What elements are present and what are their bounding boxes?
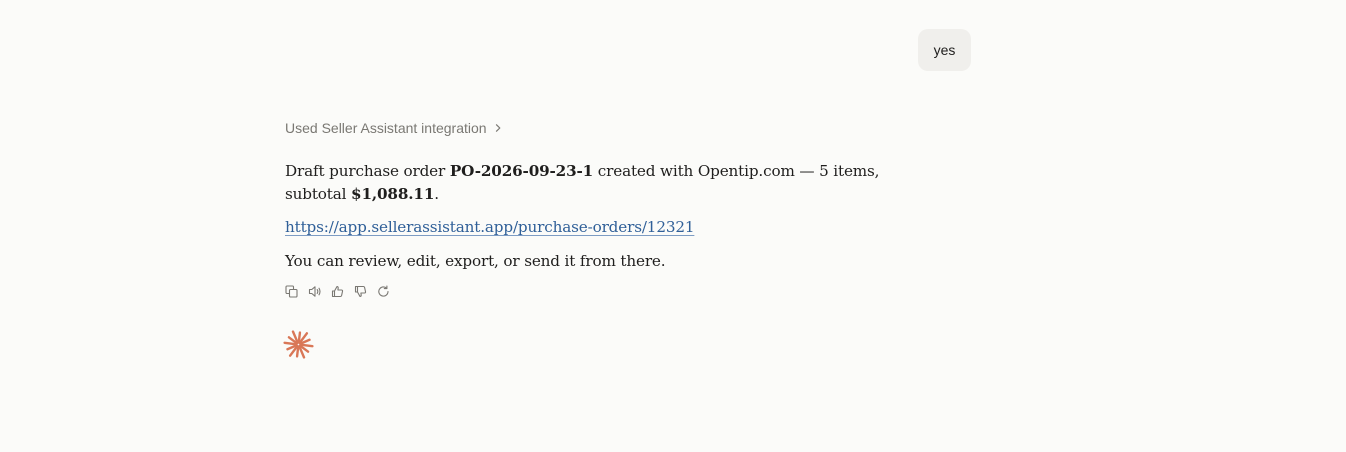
link-paragraph: https://app.sellerassistant.app/purchase…: [285, 216, 895, 239]
retry-button[interactable]: [375, 283, 392, 300]
assistant-spark-icon: [283, 329, 314, 360]
summary-paragraph: Draft purchase order PO-2026-09-23-1 cre…: [285, 160, 895, 206]
subtotal-value: $1,088.11: [351, 185, 435, 203]
closing-paragraph: You can review, edit, export, or send it…: [285, 252, 666, 270]
copy-button[interactable]: [283, 283, 300, 300]
speaker-icon: [308, 285, 322, 298]
summary-prefix: Draft purchase order: [285, 162, 450, 180]
user-message-bubble: yes: [918, 29, 971, 71]
thumbs-up-button[interactable]: [329, 283, 346, 300]
assistant-response: Draft purchase order PO-2026-09-23-1 cre…: [285, 160, 895, 273]
copy-icon: [285, 285, 298, 298]
tool-use-label: Used Seller Assistant integration: [285, 120, 487, 136]
tool-use-toggle[interactable]: Used Seller Assistant integration: [285, 119, 503, 137]
summary-suffix: .: [434, 185, 439, 203]
thumbs-down-button[interactable]: [352, 283, 369, 300]
message-actions: [283, 283, 392, 300]
retry-icon: [377, 285, 390, 298]
chevron-right-icon: [493, 123, 503, 133]
user-message-text: yes: [933, 42, 956, 58]
po-number: PO-2026-09-23-1: [449, 162, 594, 180]
thumbs-up-icon: [331, 285, 344, 298]
thumbs-down-icon: [354, 285, 367, 298]
purchase-order-link[interactable]: https://app.sellerassistant.app/purchase…: [285, 218, 695, 236]
read-aloud-button[interactable]: [306, 283, 323, 300]
